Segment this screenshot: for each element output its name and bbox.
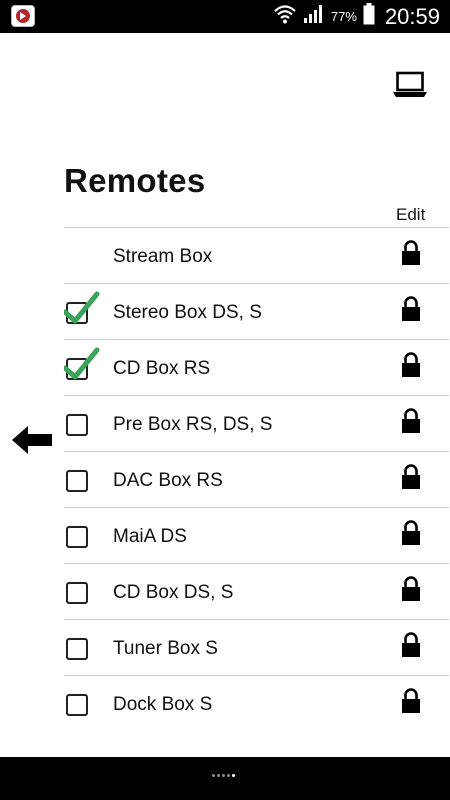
list-item-label: Stream Box xyxy=(113,246,213,267)
page-dot xyxy=(222,774,225,777)
list-item[interactable]: Stream Box xyxy=(64,228,449,284)
list-item[interactable]: Dock Box S xyxy=(64,676,449,721)
app-icon xyxy=(11,5,35,27)
lock-icon[interactable] xyxy=(401,240,421,266)
battery-icon xyxy=(363,3,375,30)
page-dot xyxy=(227,774,230,777)
list-item[interactable]: Pre Box RS, DS, S xyxy=(64,396,449,452)
page-indicator xyxy=(212,774,235,777)
list-item-label: DAC Box RS xyxy=(113,470,223,491)
page-dot xyxy=(217,774,220,777)
lock-icon[interactable] xyxy=(401,520,421,546)
list-item[interactable]: DAC Box RS xyxy=(64,452,449,508)
signal-icon xyxy=(303,4,325,29)
lock-icon[interactable] xyxy=(401,576,421,602)
back-arrow-icon[interactable] xyxy=(12,424,52,456)
list-item[interactable]: MaiA DS xyxy=(64,508,449,564)
lock-icon[interactable] xyxy=(401,688,421,714)
lock-icon[interactable] xyxy=(401,632,421,658)
laptop-icon[interactable] xyxy=(393,71,427,99)
list-item-label: MaiA DS xyxy=(113,526,187,547)
list-item-label: Dock Box S xyxy=(113,694,213,715)
checkbox[interactable] xyxy=(66,414,88,436)
lock-icon[interactable] xyxy=(401,408,421,434)
checkbox-checked[interactable] xyxy=(64,347,100,380)
lock-icon[interactable] xyxy=(401,352,421,378)
list-item-label: Stereo Box DS, S xyxy=(113,302,262,323)
list-item[interactable]: CD Box RS xyxy=(64,340,449,396)
lock-icon[interactable] xyxy=(401,296,421,322)
page-dot xyxy=(232,774,235,777)
list-item[interactable]: Stereo Box DS, S xyxy=(64,284,449,340)
navigation-bar xyxy=(0,757,450,800)
list-item-label: CD Box RS xyxy=(113,358,211,379)
clock: 20:59 xyxy=(384,3,440,29)
list-item[interactable]: CD Box DS, S xyxy=(64,564,449,620)
lock-icon[interactable] xyxy=(401,464,421,490)
checkbox[interactable] xyxy=(66,582,88,604)
status-bar: 77% 20:59 xyxy=(0,0,450,33)
checkmark-icon xyxy=(64,347,100,380)
checkbox[interactable] xyxy=(66,470,88,492)
checkbox[interactable] xyxy=(66,694,88,716)
list-item-label: Tuner Box S xyxy=(113,638,218,659)
checkbox[interactable] xyxy=(66,526,88,548)
battery-percent: 77% xyxy=(330,9,357,24)
checkmark-icon xyxy=(64,291,100,324)
list-item-label: CD Box DS, S xyxy=(113,582,234,603)
page-dot xyxy=(212,774,215,777)
page-title: Remotes xyxy=(64,162,206,199)
checkbox-checked[interactable] xyxy=(64,291,100,324)
list-item[interactable]: Tuner Box S xyxy=(64,620,449,676)
remotes-list: Stream Box Stereo Box DS, S CD Box RS Pre B… xyxy=(64,227,449,721)
wifi-icon xyxy=(273,3,297,30)
list-item-label: Pre Box RS, DS, S xyxy=(113,414,273,435)
edit-column-label: Edit xyxy=(396,205,426,224)
checkbox[interactable] xyxy=(66,638,88,660)
